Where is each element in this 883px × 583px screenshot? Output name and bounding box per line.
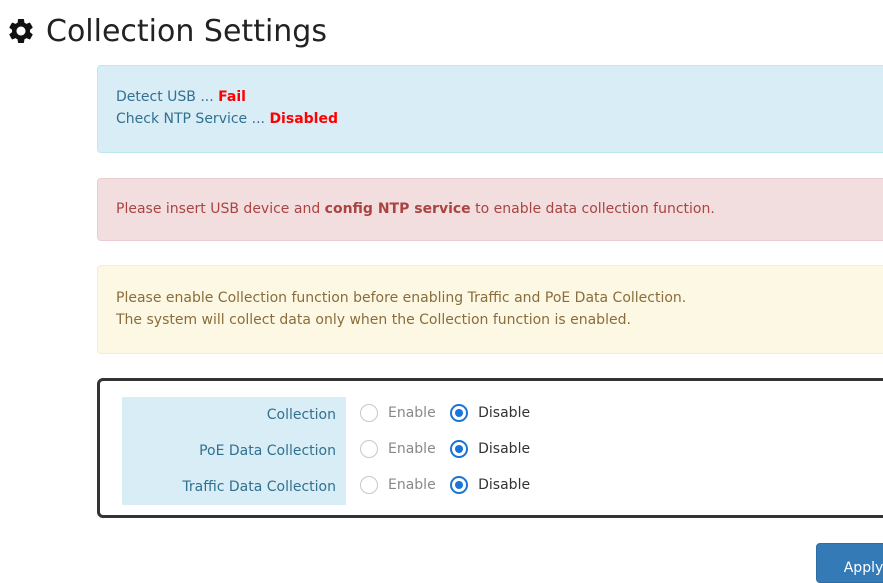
status-alert: Detect USB ... Fail Check NTP Service ..… xyxy=(97,65,883,153)
ntp-status-value: Disabled xyxy=(269,111,338,127)
poe-enable-radio[interactable]: Enable xyxy=(360,440,436,458)
traffic-disable-label: Disable xyxy=(478,477,531,493)
error-alert-prefix: Please insert USB device and xyxy=(116,201,321,217)
page-title-text: Collection Settings xyxy=(46,13,327,49)
radio-checked-icon[interactable] xyxy=(450,440,469,458)
error-alert-suffix: to enable data collection function. xyxy=(475,201,715,217)
radio-unchecked-icon[interactable] xyxy=(360,476,378,494)
ntp-status-label: Check NTP Service ... xyxy=(116,111,265,127)
ntp-status-line: Check NTP Service ... Disabled xyxy=(116,108,878,130)
poe-disable-label: Disable xyxy=(478,441,531,457)
collection-disable-radio[interactable]: Disable xyxy=(450,404,530,422)
warning-alert: Please enable Collection function before… xyxy=(97,265,883,354)
radio-unchecked-icon[interactable] xyxy=(360,440,378,458)
error-alert-strong: config NTP service xyxy=(324,201,471,217)
settings-row-traffic: Traffic Data Collection Enable Disable xyxy=(122,469,540,505)
radio-checked-icon[interactable] xyxy=(450,404,469,422)
traffic-enable-label: Enable xyxy=(388,477,436,493)
settings-table: Collection Enable Disable PoE Data Colle… xyxy=(122,397,540,505)
usb-status-value: Fail xyxy=(218,89,246,105)
traffic-enable-radio[interactable]: Enable xyxy=(360,476,436,494)
settings-row-poe: PoE Data Collection Enable Disable xyxy=(122,433,540,469)
radio-checked-icon[interactable] xyxy=(450,476,469,494)
radio-unchecked-icon[interactable] xyxy=(360,404,378,422)
poe-enable-label: Enable xyxy=(388,441,436,457)
traffic-disable-radio[interactable]: Disable xyxy=(450,476,530,494)
page-title: Collection Settings xyxy=(6,6,327,56)
collection-enable-label: Enable xyxy=(388,405,436,421)
collection-enable-radio[interactable]: Enable xyxy=(360,404,436,422)
warning-alert-line1: Please enable Collection function before… xyxy=(116,290,687,306)
apply-button[interactable]: Apply xyxy=(816,543,883,583)
poe-collection-label: PoE Data Collection xyxy=(122,433,346,469)
warning-alert-line2: The system will collect data only when t… xyxy=(116,312,631,328)
error-alert: Please insert USB device and config NTP … xyxy=(97,178,883,241)
settings-row-collection: Collection Enable Disable xyxy=(122,397,540,433)
collection-settings-panel: Collection Enable Disable PoE Data Colle… xyxy=(97,378,883,518)
poe-disable-radio[interactable]: Disable xyxy=(450,440,530,458)
usb-status-line: Detect USB ... Fail xyxy=(116,86,878,108)
traffic-collection-label: Traffic Data Collection xyxy=(122,469,346,505)
collection-disable-label: Disable xyxy=(478,405,531,421)
collection-label: Collection xyxy=(122,397,346,433)
usb-status-label: Detect USB ... xyxy=(116,89,214,105)
gear-icon xyxy=(9,18,33,43)
